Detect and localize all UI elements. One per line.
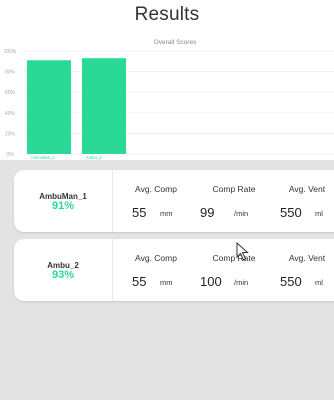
- avg-vent-value: 550: [280, 274, 302, 289]
- chart-bar: [27, 60, 71, 154]
- avg-comp-value: 55: [132, 274, 147, 289]
- comp-rate-label: Comp Rate: [212, 253, 256, 263]
- avg-vent-unit: ml: [315, 209, 323, 218]
- avg-comp-label: Avg. Comp: [135, 253, 177, 263]
- result-card-header: AmbuMan_1 91%: [14, 170, 113, 232]
- results-panel: AmbuMan_1 91% Avg. Comp 55 mm Comp Rate …: [0, 160, 334, 400]
- avg-comp-label: Avg. Comp: [135, 184, 177, 194]
- manikin-score: 91%: [51, 200, 75, 212]
- avg-vent-value: 550: [280, 205, 302, 220]
- avg-comp-value: 55: [132, 205, 147, 220]
- manikin-score: 93%: [51, 269, 75, 281]
- comp-rate-metric: Comp Rate 99 /min: [194, 170, 274, 232]
- avg-vent-metric: Avg. Vent 550 ml: [274, 239, 334, 301]
- result-card-header: Ambu_2 93%: [14, 239, 113, 301]
- y-tick-label: 60%: [5, 90, 16, 96]
- overall-scores-chart-svg: Overall Scores0%20%40%60%80%100%AmbuMan_…: [4, 39, 334, 160]
- comp-rate-metric: Comp Rate 100 /min: [194, 239, 274, 301]
- comp-rate-label: Comp Rate: [212, 184, 256, 194]
- avg-vent-label: Avg. Vent: [288, 253, 326, 263]
- chart-title: Overall Scores: [154, 39, 197, 46]
- avg-comp-metric: Avg. Comp 55 mm: [118, 170, 194, 232]
- comp-rate-unit: /min: [234, 278, 249, 287]
- y-tick-label: 20%: [5, 131, 16, 137]
- y-tick-label: 80%: [5, 70, 16, 76]
- avg-comp-unit: mm: [160, 209, 173, 218]
- page-title: Results: [134, 4, 200, 25]
- overall-scores-chart: Overall Scores 0% 20% 40% 60% 80% 100% AmbuMan_…: [0, 36, 334, 160]
- y-tick-label: 0%: [6, 152, 14, 158]
- chart-bar: [82, 58, 126, 154]
- comp-rate-unit: /min: [234, 209, 249, 218]
- avg-vent-unit: ml: [315, 278, 323, 287]
- avg-vent-metric: Avg. Vent 550 ml: [274, 170, 334, 232]
- avg-comp-metric: Avg. Comp 55 mm: [118, 239, 194, 301]
- mouse-pointer-icon: [236, 242, 249, 261]
- comp-rate-value: 99: [200, 205, 215, 220]
- y-tick-label: 100%: [4, 49, 17, 55]
- result-card-ambuman-1[interactable]: AmbuMan_1 91% Avg. Comp 55 mm Comp Rate …: [14, 170, 334, 232]
- result-card-ambu-2[interactable]: Ambu_2 93% Avg. Comp 55 mm Comp Rate 100…: [14, 239, 334, 301]
- avg-comp-unit: mm: [160, 278, 173, 287]
- y-tick-label: 40%: [5, 111, 16, 117]
- comp-rate-value: 100: [200, 274, 222, 289]
- avg-vent-label: Avg. Vent: [288, 184, 326, 194]
